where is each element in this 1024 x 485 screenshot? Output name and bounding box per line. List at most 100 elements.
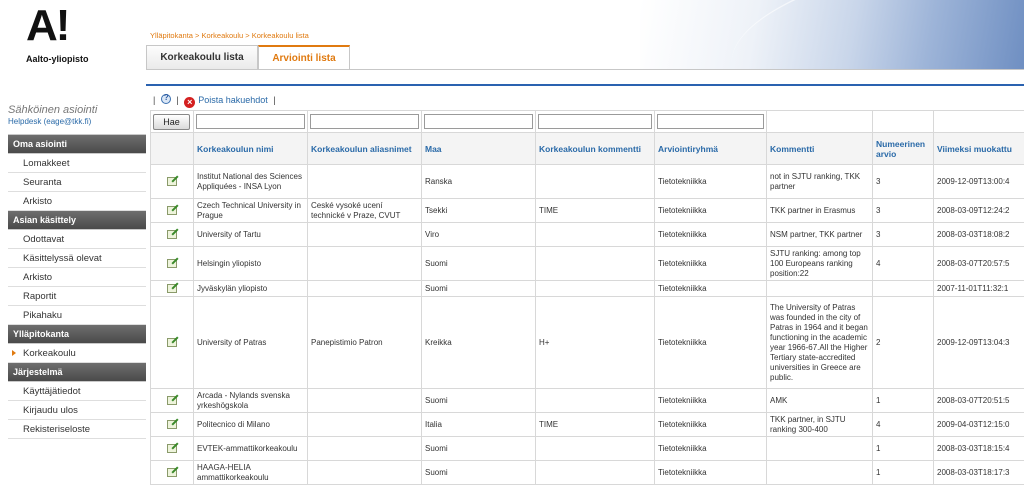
cell-numeric-rating [872, 280, 934, 297]
cell-name: University of Tartu [193, 222, 308, 247]
tab-korkeakoulu-lista[interactable]: Korkeakoulu lista [146, 45, 258, 70]
cell-name: Jyväskylän yliopisto [193, 280, 308, 297]
help-icon[interactable] [160, 93, 171, 104]
cell-comment: not in SJTU ranking, TKK partner [766, 164, 873, 199]
cell-aliases: Ceské vysoké ucení technické v Praze, CV… [307, 198, 422, 223]
cell-name: Politecnico di Milano [193, 412, 308, 437]
cell-numeric-rating: 3 [872, 198, 934, 223]
edit-cell [150, 280, 194, 297]
cell-last-modified: 2008-03-07T20:51:5 [933, 388, 1024, 413]
cell-name: EVTEK-ammattikorkeakoulu [193, 436, 308, 461]
cell-evaluation-group: Tietotekniikka [654, 164, 767, 199]
nav-item-odottavat[interactable]: Odottavat [8, 230, 146, 249]
column-header-last-modified[interactable]: Viimeksi muokattu [933, 132, 1024, 165]
clear-icon[interactable]: × [184, 97, 196, 108]
separator: | [153, 95, 156, 105]
edit-icon[interactable] [166, 204, 178, 215]
edit-icon[interactable] [166, 282, 178, 293]
cell-last-modified: 2009-12-09T13:04:3 [933, 296, 1024, 389]
edit-icon[interactable] [166, 442, 178, 453]
nav-item-lomakkeet[interactable]: Lomakkeet [8, 154, 146, 173]
filter-cell [872, 110, 934, 133]
table-row: University of Patras Panepistimio Patron… [150, 296, 1024, 389]
nav-item-seuranta[interactable]: Seuranta [8, 173, 146, 192]
breadcrumb[interactable]: Ylläpitokanta > Korkeakoulu > Korkeakoul… [150, 31, 309, 40]
filter-country-input[interactable] [424, 114, 533, 129]
cell-numeric-rating: 1 [872, 436, 934, 461]
header-cell-edit [150, 132, 194, 165]
cell-numeric-rating: 4 [872, 246, 934, 281]
toolbar: | | ×Poista hakuehdot | [150, 93, 279, 108]
nav-item-raportit[interactable]: Raportit [8, 287, 146, 306]
filter-group-input[interactable] [657, 114, 764, 129]
cell-evaluation-group: Tietotekniikka [654, 280, 767, 297]
nav-item-arkisto-kasittely[interactable]: Arkisto [8, 268, 146, 287]
cell-aliases [307, 246, 422, 281]
edit-icon[interactable] [166, 336, 178, 347]
table-row: Institut National des Sciences Appliquée… [150, 164, 1024, 199]
column-header-aliases[interactable]: Korkeakoulun aliasnimet [307, 132, 422, 165]
filter-cell [421, 110, 536, 133]
nav-item-pikahaku[interactable]: Pikahaku [8, 306, 146, 325]
edit-icon[interactable] [166, 175, 178, 186]
cell-country: Italia [421, 412, 536, 437]
helpdesk-link[interactable]: Helpdesk (eage@tkk.fi) [8, 117, 91, 126]
nav-section-asian-kasittely: Asian käsittely [8, 211, 146, 230]
cell-university-comment [535, 388, 655, 413]
tab-divider [146, 69, 1024, 70]
header-row: Korkeakoulun nimi Korkeakoulun aliasnime… [150, 132, 1024, 165]
cell-aliases [307, 388, 422, 413]
cell-name: Institut National des Sciences Appliquée… [193, 164, 308, 199]
filter-comment-input[interactable] [538, 114, 652, 129]
service-title: Sähköinen asiointi [8, 104, 98, 116]
filter-name-input[interactable] [196, 114, 305, 129]
filter-alias-input[interactable] [310, 114, 419, 129]
cell-evaluation-group: Tietotekniikka [654, 460, 767, 485]
cell-aliases [307, 280, 422, 297]
cell-evaluation-group: Tietotekniikka [654, 388, 767, 413]
cell-university-comment [535, 280, 655, 297]
cell-aliases: Panepistimio Patron [307, 296, 422, 389]
nav-item-rekisteriseloste[interactable]: Rekisteriseloste [8, 420, 146, 439]
column-header-country[interactable]: Maa [421, 132, 536, 165]
column-header-comment[interactable]: Kommentti [766, 132, 873, 165]
table-row: Politecnico di Milano Italia TIME Tietot… [150, 412, 1024, 437]
column-header-university-comment[interactable]: Korkeakoulun kommentti [535, 132, 655, 165]
nav-item-kasittelyssa[interactable]: Käsittelyssä olevat [8, 249, 146, 268]
cell-country: Suomi [421, 460, 536, 485]
edit-icon[interactable] [166, 418, 178, 429]
edit-icon[interactable] [166, 228, 178, 239]
cell-comment: TKK partner in Erasmus [766, 198, 873, 223]
cell-numeric-rating: 1 [872, 460, 934, 485]
clear-filters-link[interactable]: Poista hakuehdot [198, 95, 268, 105]
edit-cell [150, 222, 194, 247]
column-header-evaluation-group[interactable]: Arviointiryhmä [654, 132, 767, 165]
cell-numeric-rating: 1 [872, 388, 934, 413]
edit-icon[interactable] [166, 257, 178, 268]
column-header-name[interactable]: Korkeakoulun nimi [193, 132, 308, 165]
cell-name: Helsingin yliopisto [193, 246, 308, 281]
side-navigation: Oma asiointi Lomakkeet Seuranta Arkisto … [8, 134, 146, 439]
edit-cell [150, 436, 194, 461]
table-row: University of Tartu Viro Tietotekniikka … [150, 222, 1024, 247]
cell-university-comment: TIME [535, 412, 655, 437]
edit-icon[interactable] [166, 466, 178, 477]
edit-icon[interactable] [166, 394, 178, 405]
cell-comment: The University of Patras was founded in … [766, 296, 873, 389]
nav-item-kirjaudu-ulos[interactable]: Kirjaudu ulos [8, 401, 146, 420]
nav-item-arkisto[interactable]: Arkisto [8, 192, 146, 211]
tab-arviointi-lista[interactable]: Arviointi lista [258, 45, 350, 70]
cell-last-modified: 2008-03-03T18:15:4 [933, 436, 1024, 461]
column-header-numeric-rating[interactable]: Numeerinen arvio [872, 132, 934, 165]
nav-item-kayttajatiedot[interactable]: Käyttäjätiedot [8, 382, 146, 401]
header-banner [640, 0, 1024, 70]
aalto-logo[interactable]: A! [26, 4, 70, 48]
logo-text: Aalto-yliopisto [26, 54, 89, 64]
search-button[interactable]: Hae [153, 113, 190, 130]
cell-country: Kreikka [421, 296, 536, 389]
separator: | [273, 95, 276, 105]
evaluation-table: Hae Korkeakoulun nimi Korkeakoulun alias… [150, 110, 1024, 485]
nav-item-korkeakoulu[interactable]: Korkeakoulu [8, 344, 146, 363]
filter-cell [535, 110, 655, 133]
cell-numeric-rating: 3 [872, 222, 934, 247]
